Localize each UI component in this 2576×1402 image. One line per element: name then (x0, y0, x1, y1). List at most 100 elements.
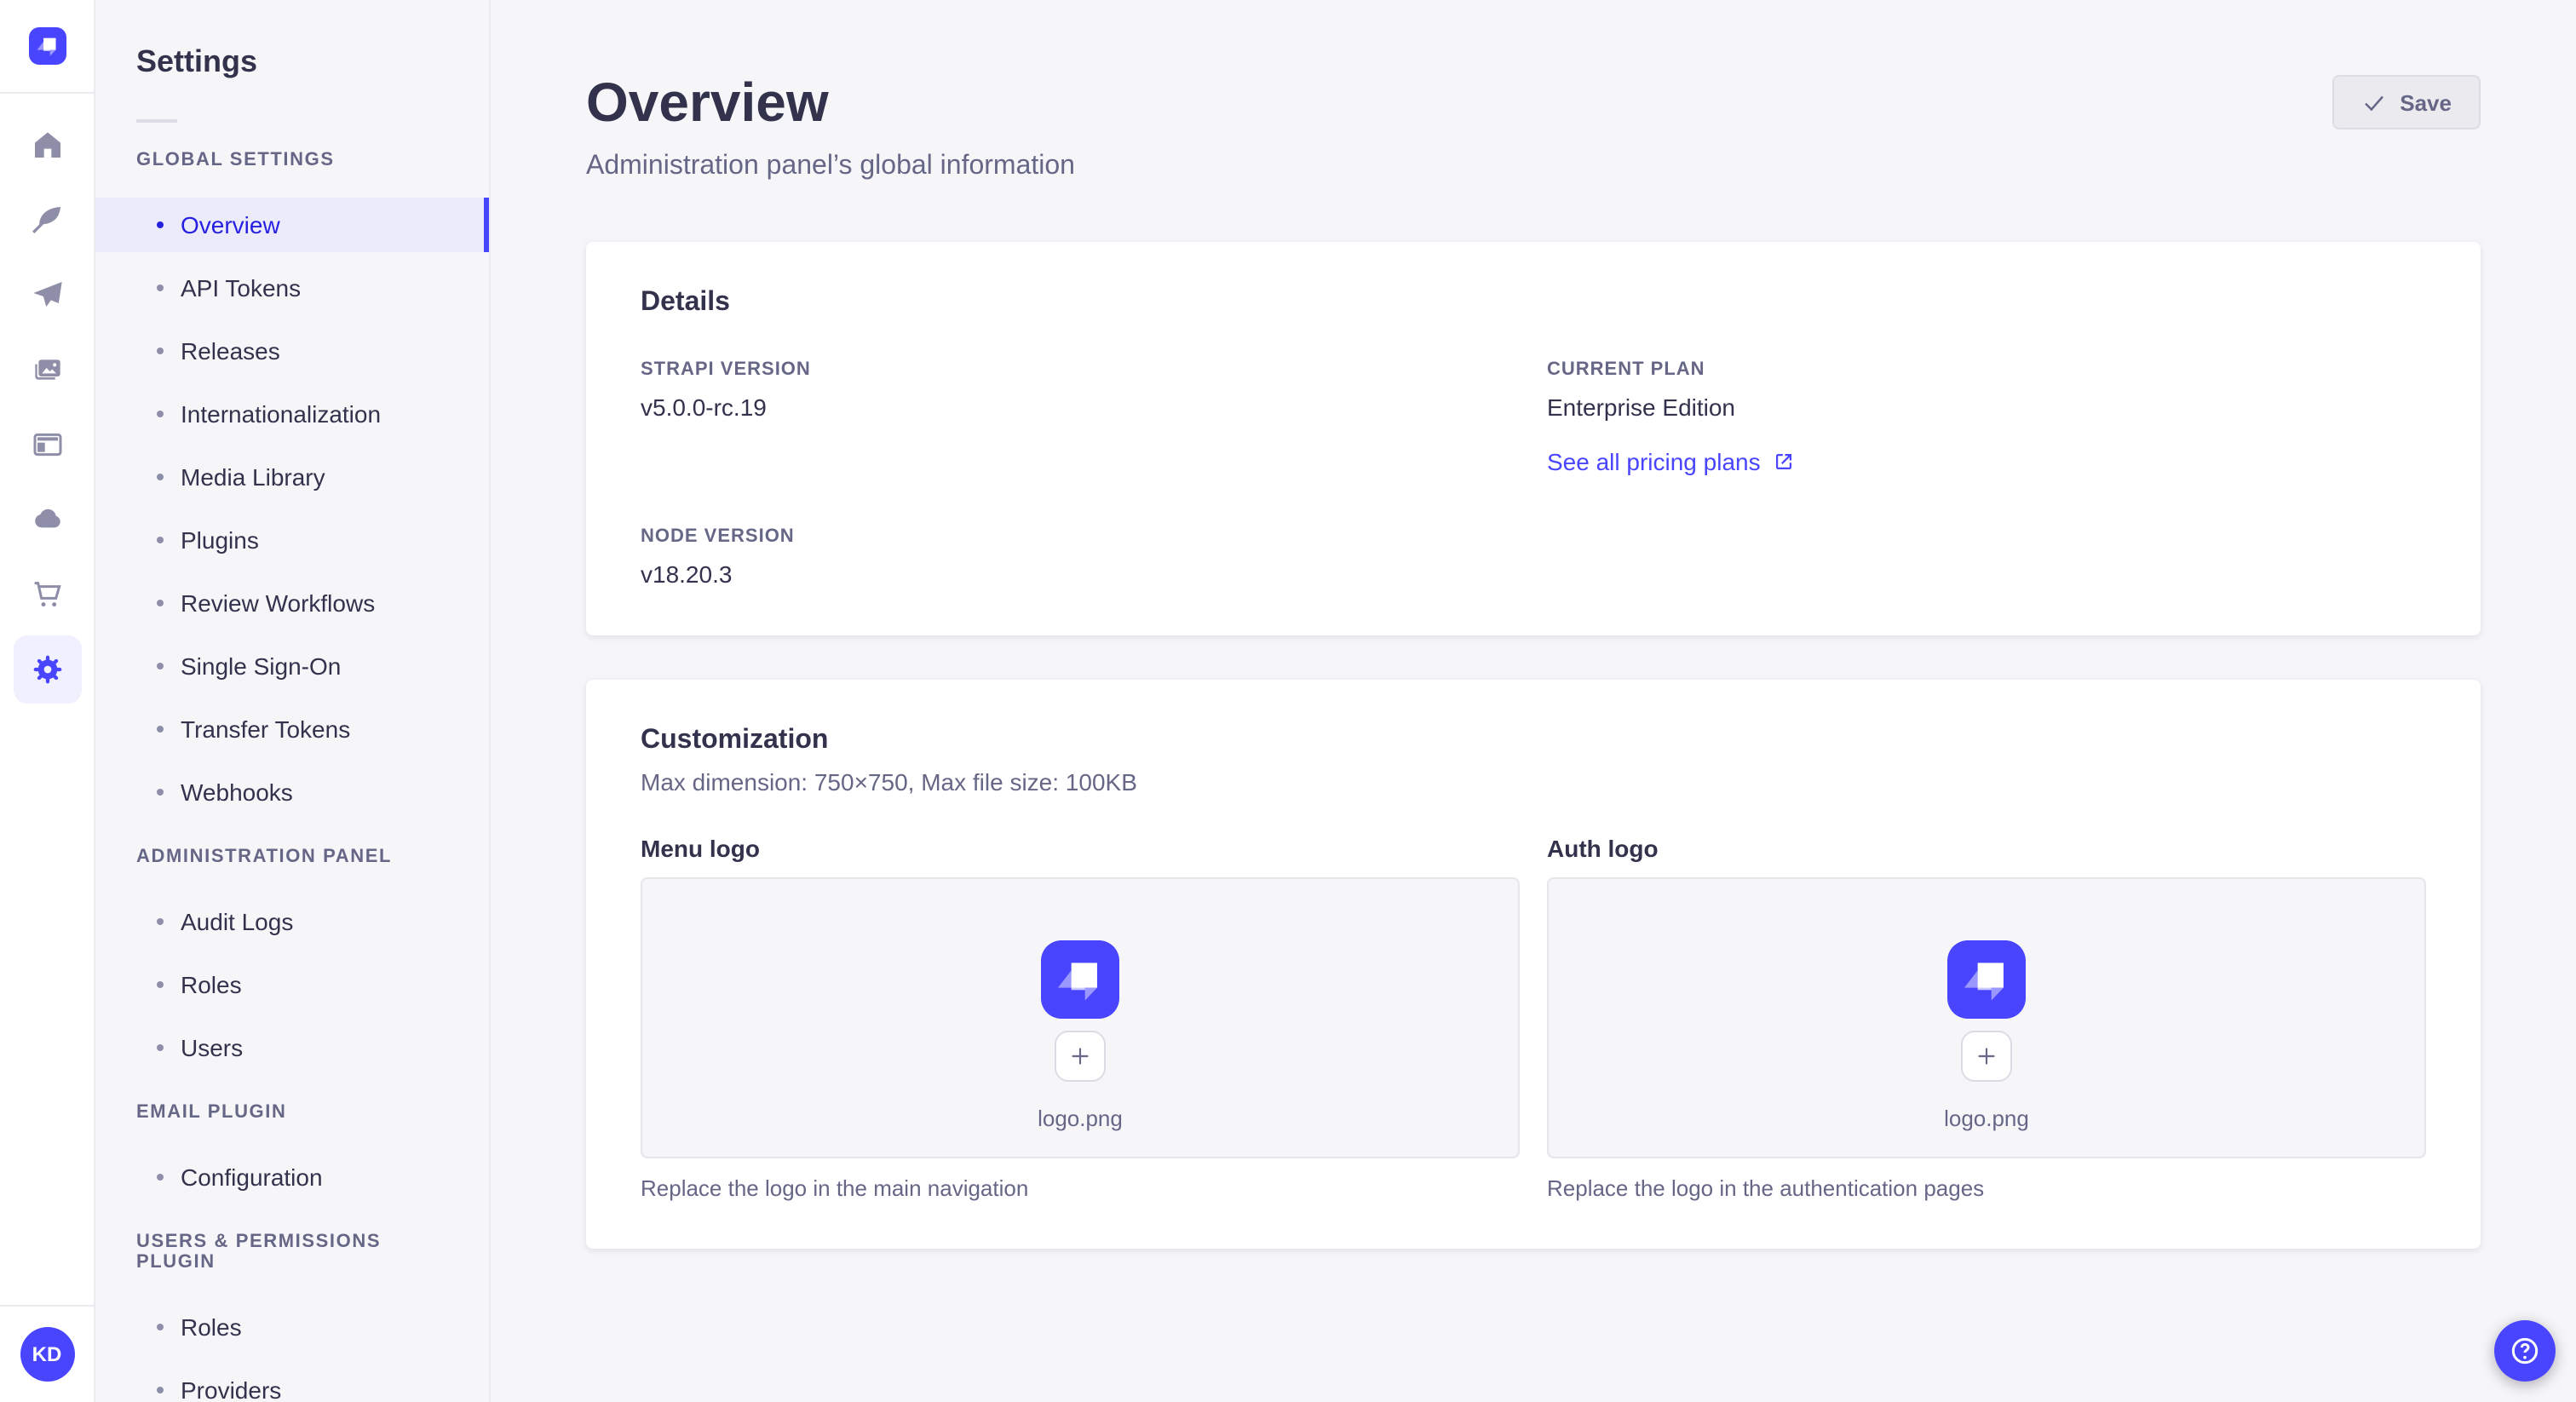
layout-icon (32, 433, 61, 457)
bullet-icon (157, 600, 164, 606)
sidebar-item-label: Roles (181, 1313, 242, 1341)
sidebar-item-releases[interactable]: Releases (95, 324, 489, 378)
rail-item-settings[interactable] (13, 635, 81, 704)
auth-logo-hint: Replace the logo in the authentication p… (1547, 1175, 1985, 1201)
field-value: v5.0.0-rc.19 (641, 394, 767, 421)
nav-section-administration-panel: ADMINISTRATION PANEL Audit Logs Roles Us… (95, 847, 489, 1075)
bullet-icon (157, 221, 164, 228)
sidebar-item-label: Internationalization (181, 400, 382, 428)
cart-icon (33, 582, 60, 607)
pricing-plans-link[interactable]: See all pricing plans (1547, 448, 1795, 475)
page-subtitle: Administration panel’s global informatio… (586, 152, 1075, 181)
auth-logo-label: Auth logo (1547, 835, 1659, 862)
bullet-icon (157, 1174, 164, 1181)
auth-logo-add-button[interactable] (1961, 1030, 2012, 1081)
sidebar-item-internationalization[interactable]: Internationalization (95, 387, 489, 441)
sidebar-item-overview[interactable]: Overview (95, 198, 489, 252)
sidebar-item-transfer-tokens[interactable]: Transfer Tokens (95, 702, 489, 756)
sidebar-item-media-library[interactable]: Media Library (95, 450, 489, 504)
settings-subnav: Settings GLOBAL SETTINGS Overview API To… (95, 0, 491, 1402)
cloud-icon (34, 509, 60, 528)
bullet-icon (157, 537, 164, 543)
sidebar-item-label: Roles (181, 971, 242, 998)
sidebar-item-up-roles[interactable]: Roles (95, 1300, 489, 1354)
bullet-icon (157, 1387, 164, 1393)
sidebar-item-label: Providers (181, 1376, 282, 1402)
sidebar-item-email-configuration[interactable]: Configuration (95, 1150, 489, 1204)
rail-item-home[interactable] (13, 111, 81, 179)
strapi-logo-icon (1057, 962, 1097, 1000)
field-label: STRAPI VERSION (641, 359, 811, 380)
sidebar-item-label: Media Library (181, 463, 325, 491)
menu-logo-add-button[interactable] (1055, 1030, 1106, 1081)
bullet-icon (157, 981, 164, 988)
save-button[interactable]: Save (2332, 75, 2481, 129)
details-card-title: Details (641, 288, 730, 317)
rail-item-marketplace[interactable] (13, 560, 81, 629)
rail-icon-list (0, 111, 94, 710)
feather-icon (32, 207, 60, 233)
menu-logo-hint: Replace the logo in the main navigation (641, 1175, 1029, 1201)
bullet-icon (157, 918, 164, 925)
main-nav-rail: KD (0, 0, 95, 1402)
sidebar-item-label: Review Workflows (181, 589, 376, 617)
rail-item-media-library[interactable] (13, 336, 81, 404)
sidebar-item-plugins[interactable]: Plugins (95, 513, 489, 567)
plus-icon (1978, 1047, 1995, 1064)
menu-logo-field: Menu logo logo.png Replace the logo in t… (641, 835, 1520, 1201)
paper-plane-icon (32, 282, 61, 307)
customization-card: Customization Max dimension: 750×750, Ma… (586, 680, 2481, 1249)
rail-item-deploy[interactable] (13, 486, 81, 554)
nav-section-global-settings: GLOBAL SETTINGS Overview API Tokens Rele… (95, 150, 489, 819)
strapi-logo-icon (36, 37, 55, 56)
nav-section-email-plugin: EMAIL PLUGIN Configuration (95, 1102, 489, 1204)
rail-item-content-manager[interactable] (13, 186, 81, 254)
external-link-icon (1776, 454, 1792, 469)
nav-list: Configuration (95, 1150, 489, 1204)
sidebar-item-admin-roles[interactable]: Roles (95, 957, 489, 1012)
bullet-icon (157, 411, 164, 417)
sidebar-item-label: Webhooks (181, 779, 293, 806)
help-button[interactable] (2494, 1320, 2556, 1382)
strapi-logo[interactable] (28, 27, 66, 65)
sidebar-item-label: Releases (181, 337, 280, 365)
sidebar-item-label: Plugins (181, 526, 259, 554)
customization-card-title: Customization (641, 726, 829, 755)
nav-section-label: EMAIL PLUGIN (136, 1102, 287, 1123)
rail-user-section: KD (0, 1305, 94, 1402)
field-label: CURRENT PLAN (1547, 359, 1705, 380)
check-icon (2364, 95, 2383, 111)
subnav-divider (136, 119, 177, 123)
page-header: Overview Administration panel’s global i… (586, 0, 2481, 182)
plus-icon (1072, 1047, 1089, 1064)
field-value: v18.20.3 (641, 560, 733, 588)
rail-item-content-type-builder[interactable] (13, 411, 81, 479)
sidebar-item-label: Audit Logs (181, 908, 294, 935)
details-card: Details STRAPI VERSION v5.0.0-rc.19 CURR… (586, 242, 2481, 635)
subnav-title: Settings (136, 44, 258, 78)
bullet-icon (157, 348, 164, 354)
sidebar-item-api-tokens[interactable]: API Tokens (95, 261, 489, 315)
bullet-icon (157, 284, 164, 291)
bullet-icon (157, 474, 164, 480)
sidebar-item-label: Users (181, 1034, 244, 1061)
user-avatar[interactable]: KD (20, 1327, 74, 1382)
sidebar-item-label: Configuration (181, 1164, 323, 1191)
rail-item-releases[interactable] (13, 261, 81, 329)
logo-grid: Menu logo logo.png Replace the logo in t… (641, 835, 2426, 1201)
home-icon (34, 132, 60, 158)
page-title: Overview (586, 72, 829, 133)
sidebar-item-audit-logs[interactable]: Audit Logs (95, 894, 489, 949)
sidebar-item-review-workflows[interactable]: Review Workflows (95, 576, 489, 630)
sidebar-item-single-sign-on[interactable]: Single Sign-On (95, 639, 489, 693)
sidebar-item-admin-users[interactable]: Users (95, 1020, 489, 1075)
sidebar-item-webhooks[interactable]: Webhooks (95, 765, 489, 819)
field-strapi-version: STRAPI VERSION v5.0.0-rc.19 (641, 359, 1520, 479)
auth-logo-field: Auth logo logo.png Replace the logo in t… (1547, 835, 2426, 1201)
field-current-plan: CURRENT PLAN Enterprise Edition See all … (1547, 359, 2426, 479)
sidebar-item-up-providers[interactable]: Providers (95, 1363, 489, 1402)
field-node-version: NODE VERSION v18.20.3 (641, 526, 1520, 588)
app: KD Settings GLOBAL SETTINGS Overview API… (0, 0, 2576, 1402)
customization-card-subtitle: Max dimension: 750×750, Max file size: 1… (641, 768, 1137, 796)
auth-logo-filename: logo.png (1944, 1105, 2029, 1130)
